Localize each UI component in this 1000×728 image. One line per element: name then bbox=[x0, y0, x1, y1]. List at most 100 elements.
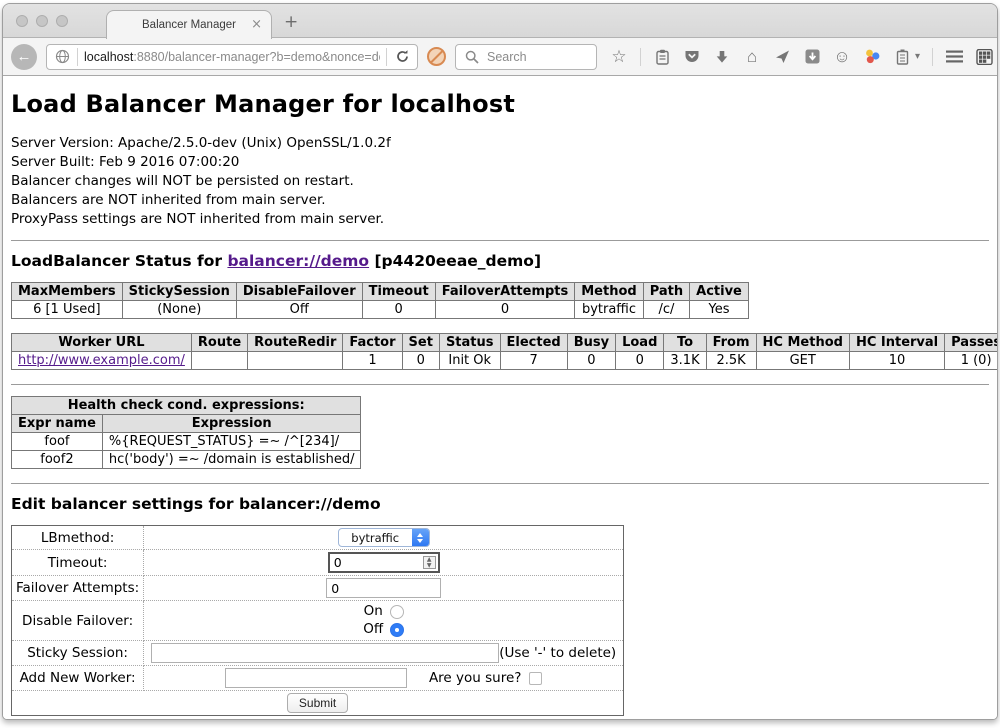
browser-tab[interactable]: Balancer Manager × bbox=[106, 10, 272, 39]
disablefailover-cell: Off bbox=[236, 301, 362, 319]
feedback-smiley-icon[interactable]: ☺ bbox=[833, 48, 851, 66]
back-button[interactable]: ← bbox=[11, 44, 37, 70]
expr-name-cell: foof2 bbox=[12, 451, 103, 469]
timeout-label: Timeout: bbox=[12, 550, 144, 576]
proxypass-note: ProxyPass settings are NOT inherited fro… bbox=[11, 210, 989, 229]
minimize-window-button[interactable] bbox=[36, 15, 48, 27]
expression-cell: hc('body') =~ /domain is established/ bbox=[102, 451, 361, 469]
inherit-note: Balancers are NOT inherited from main se… bbox=[11, 191, 989, 210]
column-header: Route bbox=[191, 334, 247, 352]
balancer-settings-form: LBmethod: bytraffic Timeout: bbox=[11, 525, 624, 716]
url-host: localhost bbox=[84, 50, 133, 64]
column-header: RouteRedir bbox=[248, 334, 343, 352]
timeout-cell: 0 bbox=[362, 301, 435, 319]
colored-dots-extension-icon[interactable] bbox=[863, 48, 881, 66]
bookmark-star-icon[interactable]: ☆ bbox=[610, 48, 628, 66]
lbmethod-selected-value: bytraffic bbox=[339, 529, 412, 546]
search-input[interactable] bbox=[487, 50, 589, 64]
table-title-row: Health check cond. expressions: bbox=[12, 397, 361, 415]
table-header-row: Worker URL Route RouteRedir Factor Set S… bbox=[12, 334, 999, 352]
active-cell: Yes bbox=[690, 301, 749, 319]
route-cell bbox=[191, 352, 247, 370]
server-version: Server Version: Apache/2.5.0-dev (Unix) … bbox=[11, 134, 989, 153]
balancer-status-table: MaxMembers StickySession DisableFailover… bbox=[11, 282, 749, 319]
sticky-session-input[interactable] bbox=[151, 643, 499, 663]
are-you-sure-checkbox[interactable] bbox=[529, 672, 542, 685]
expr-name-cell: foof bbox=[12, 433, 103, 451]
downloads-icon[interactable] bbox=[713, 48, 731, 66]
url-bar[interactable]: localhost:8880/balancer-manager?b=demo&n… bbox=[46, 44, 418, 70]
sticky-session-row: Sticky Session: (Use '-' to delete) bbox=[12, 641, 624, 666]
page-title: Load Balancer Manager for localhost bbox=[11, 90, 989, 118]
column-header: MaxMembers bbox=[12, 283, 123, 301]
toolbar-divider bbox=[640, 48, 641, 66]
clipboard-icon[interactable] bbox=[653, 48, 671, 66]
page-content: Load Balancer Manager for localhost Serv… bbox=[3, 77, 997, 719]
table-row: foof %{REQUEST_STATUS} =~ /^[234]/ bbox=[12, 433, 361, 451]
select-stepper-icon[interactable] bbox=[412, 529, 429, 546]
tab-close-icon[interactable]: × bbox=[251, 18, 262, 31]
column-header: To bbox=[664, 334, 706, 352]
lbmethod-select[interactable]: bytraffic bbox=[338, 528, 430, 547]
pocket-icon[interactable] bbox=[683, 48, 701, 66]
send-icon[interactable] bbox=[773, 48, 791, 66]
grid-extension-icon[interactable] bbox=[975, 48, 993, 66]
table-row: 6 [1 Used] (None) Off 0 0 bytraffic /c/ … bbox=[12, 301, 749, 319]
window-controls bbox=[16, 15, 68, 27]
column-header: Timeout bbox=[362, 283, 435, 301]
search-bar[interactable] bbox=[455, 44, 597, 70]
failoverattempts-cell: 0 bbox=[435, 301, 575, 319]
timeout-row: Timeout: ▲▼ bbox=[12, 550, 624, 576]
urlbar-divider bbox=[77, 48, 78, 66]
persist-note: Balancer changes will NOT be persisted o… bbox=[11, 172, 989, 191]
failover-attempts-row: Failover Attempts: bbox=[12, 576, 624, 601]
reload-icon[interactable] bbox=[393, 48, 411, 66]
menu-hamburger-icon[interactable] bbox=[945, 48, 963, 66]
disable-failover-off-radio[interactable] bbox=[390, 623, 404, 637]
maxmembers-cell: 6 [1 Used] bbox=[12, 301, 123, 319]
zoom-window-button[interactable] bbox=[56, 15, 68, 27]
radio-on-label: On bbox=[364, 603, 383, 620]
number-stepper-icon[interactable]: ▲▼ bbox=[423, 556, 436, 569]
failover-attempts-input[interactable] bbox=[326, 578, 441, 598]
navigation-toolbar: ← localhost:8880/balancer-manager?b=demo… bbox=[3, 38, 997, 76]
content-blocked-icon[interactable] bbox=[427, 47, 446, 66]
column-header: Elected bbox=[500, 334, 567, 352]
close-window-button[interactable] bbox=[16, 15, 28, 27]
column-header: HC Interval bbox=[849, 334, 944, 352]
sticky-session-label: Sticky Session: bbox=[12, 641, 144, 666]
from-cell: 2.5K bbox=[706, 352, 756, 370]
home-icon[interactable]: ⌂ bbox=[743, 48, 761, 66]
column-header: DisableFailover bbox=[236, 283, 362, 301]
url-text[interactable]: localhost:8880/balancer-manager?b=demo&n… bbox=[84, 50, 380, 64]
path-cell: /c/ bbox=[643, 301, 689, 319]
globe-icon bbox=[53, 48, 71, 66]
add-worker-label: Add New Worker: bbox=[12, 666, 144, 691]
divider bbox=[11, 240, 989, 241]
expression-cell: %{REQUEST_STATUS} =~ /^[234]/ bbox=[102, 433, 361, 451]
worker-url-link[interactable]: http://www.example.com/ bbox=[18, 353, 185, 368]
disable-failover-row: Disable Failover: On Off bbox=[12, 601, 624, 641]
column-header: HC Method bbox=[756, 334, 849, 352]
sidebar-list-extension-icon[interactable] bbox=[893, 48, 911, 66]
table-header-row: MaxMembers StickySession DisableFailover… bbox=[12, 283, 749, 301]
new-tab-button[interactable]: + bbox=[284, 12, 298, 32]
submit-row: Submit bbox=[12, 691, 624, 716]
stickysession-cell: (None) bbox=[122, 301, 236, 319]
column-header: From bbox=[706, 334, 756, 352]
balancer-demo-link[interactable]: balancer://demo bbox=[227, 252, 369, 270]
column-header: StickySession bbox=[122, 283, 236, 301]
add-worker-input[interactable] bbox=[225, 668, 407, 688]
save-box-icon[interactable] bbox=[803, 48, 821, 66]
column-header: Expr name bbox=[12, 415, 103, 433]
url-path: :8880/balancer-manager?b=demo&nonce=decc… bbox=[133, 50, 380, 64]
chevron-down-icon[interactable]: ▾ bbox=[915, 51, 920, 62]
lbmethod-row: LBmethod: bytraffic bbox=[12, 526, 624, 550]
add-worker-row: Add New Worker: Are you sure? bbox=[12, 666, 624, 691]
submit-button[interactable]: Submit bbox=[287, 693, 348, 713]
disable-failover-on-radio[interactable] bbox=[390, 605, 404, 619]
to-cell: 3.1K bbox=[664, 352, 706, 370]
set-cell: 0 bbox=[402, 352, 439, 370]
failover-attempts-label: Failover Attempts: bbox=[12, 576, 144, 601]
divider bbox=[11, 384, 989, 385]
